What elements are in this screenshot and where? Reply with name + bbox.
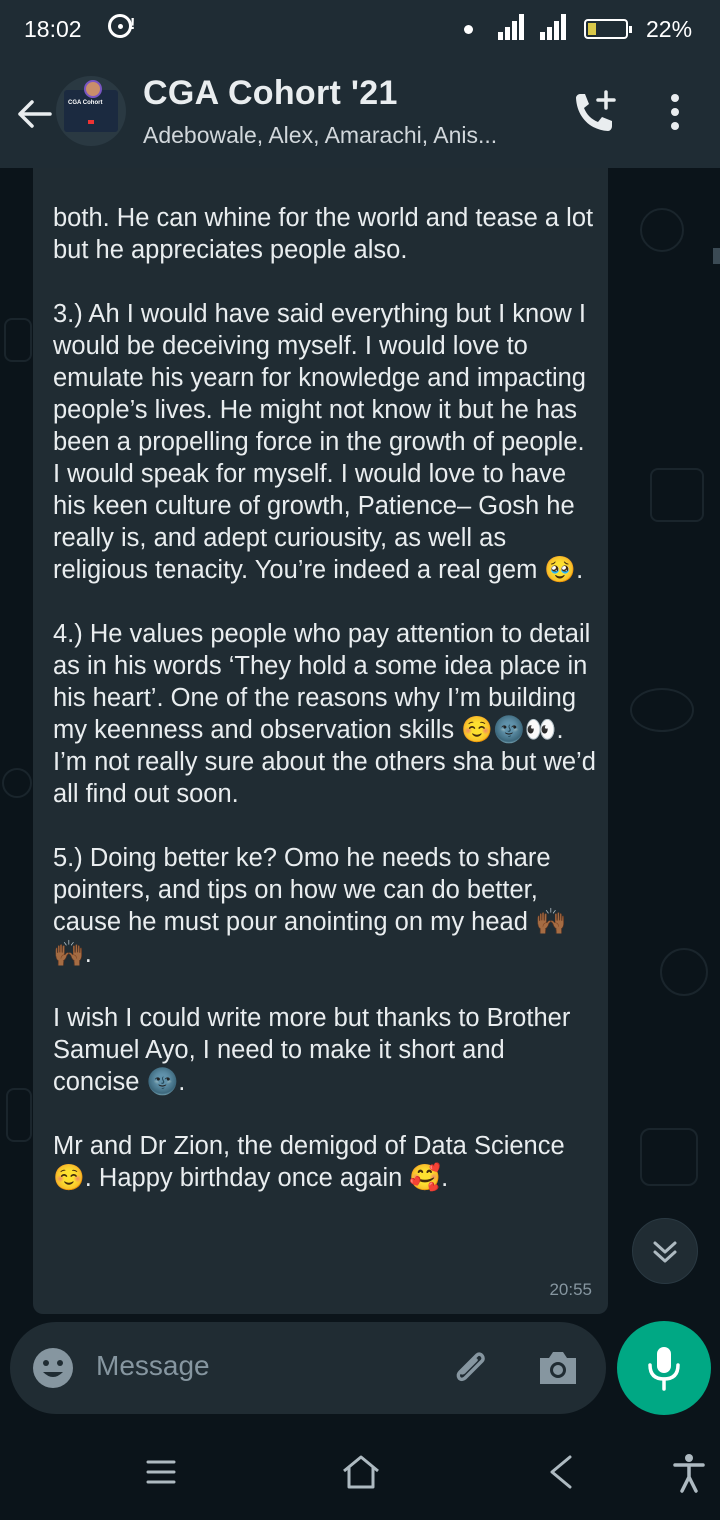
chat-title[interactable]: CGA Cohort '21: [143, 74, 398, 113]
message-paragraph: both. He can whine for the world and tea…: [53, 204, 601, 264]
notification-icon: [108, 14, 132, 38]
battery-icon: [584, 19, 632, 39]
status-bar: 18:02 ! 22%: [0, 0, 720, 58]
attach-icon[interactable]: [446, 1344, 494, 1392]
message-paragraph: I wish I could write more but thanks to …: [53, 1004, 578, 1096]
avatar-face-icon: [84, 80, 102, 98]
more-options-icon[interactable]: [664, 94, 686, 134]
message-paragraph: 5.) Doing better ke? Omo he needs to sha…: [53, 844, 567, 968]
chat-participants[interactable]: Adebowale, Alex, Amarachi, Anis...: [143, 122, 497, 149]
double-chevron-down-icon: [653, 1241, 677, 1263]
message-paragraph: 4.) He values people who pay attention t…: [53, 620, 603, 808]
message-bubble[interactable]: both. He can whine for the world and tea…: [33, 168, 608, 1314]
notification-mark: !: [130, 16, 136, 33]
chat-header: CGA Cohort CGA Cohort '21 Adebowale, Ale…: [0, 58, 720, 168]
message-input[interactable]: Message: [96, 1350, 210, 1382]
system-navigation-bar: [0, 1425, 720, 1520]
add-call-icon[interactable]: [568, 88, 618, 138]
signal-icon-2: [540, 14, 570, 40]
status-dot-icon: [464, 25, 473, 34]
recent-apps-icon[interactable]: [142, 1453, 180, 1491]
message-paragraph: Mr and Dr Zion, the demigod of Data Scie…: [53, 1132, 565, 1192]
message-timestamp: 20:55: [549, 1280, 592, 1299]
status-time: 18:02: [24, 16, 82, 42]
message-composer: Message: [10, 1322, 606, 1414]
avatar-text: CGA Cohort: [68, 100, 103, 106]
nav-back-icon[interactable]: [546, 1453, 576, 1491]
scroll-indicator[interactable]: [713, 248, 720, 264]
voice-message-button[interactable]: [617, 1321, 711, 1415]
home-icon[interactable]: [340, 1453, 382, 1491]
scroll-to-bottom-button[interactable]: [632, 1218, 698, 1284]
message-paragraph: 3.) Ah I would have said everything but …: [53, 300, 594, 584]
chat-area[interactable]: both. He can whine for the world and tea…: [0, 168, 720, 1328]
microphone-icon: [648, 1347, 680, 1391]
back-arrow-icon[interactable]: [14, 94, 54, 134]
group-avatar[interactable]: CGA Cohort: [56, 76, 126, 146]
emoji-icon[interactable]: [32, 1347, 74, 1389]
camera-icon[interactable]: [536, 1346, 580, 1390]
battery-percent: 22%: [646, 16, 693, 42]
signal-icon: [498, 14, 528, 40]
message-text: both. He can whine for the world and tea…: [53, 168, 598, 1258]
accessibility-icon[interactable]: [672, 1453, 706, 1493]
